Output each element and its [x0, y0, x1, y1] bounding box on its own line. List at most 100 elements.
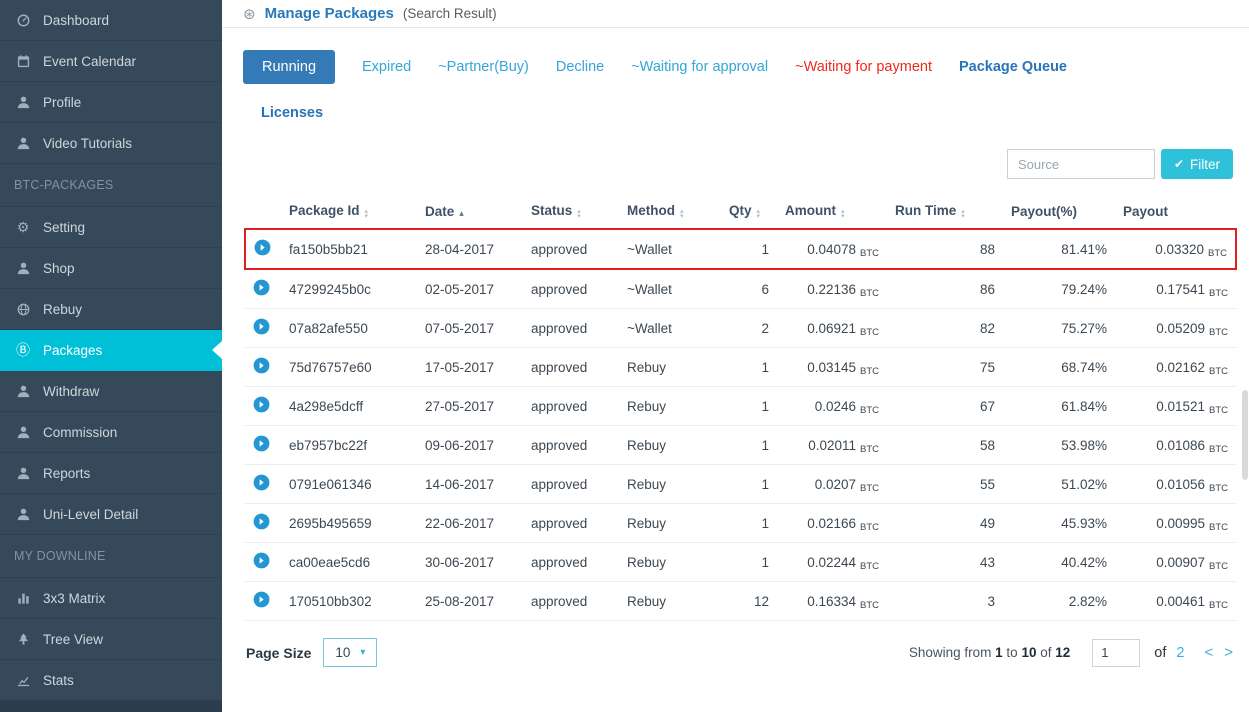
expand-row-icon[interactable]	[253, 591, 270, 608]
filter-row: ✔ Filter	[222, 149, 1233, 179]
page-number-input[interactable]	[1092, 638, 1141, 667]
expand-row-icon[interactable]	[253, 513, 270, 530]
coin-icon: Ⓑ	[16, 342, 30, 358]
cell-amount: 0.04078 BTC	[777, 228, 887, 270]
tab-partner-buy[interactable]: ~Partner(Buy)	[438, 51, 529, 83]
sidebar-item-event-calendar[interactable]: Event Calendar	[0, 41, 222, 82]
currency-unit: BTC	[1209, 287, 1228, 299]
cell-amount: 0.16334 BTC	[777, 581, 887, 621]
cell-method: Rebuy	[619, 386, 721, 426]
sidebar-item-video-tutorials[interactable]: Video Tutorials	[0, 123, 222, 164]
page-header: ⊛ Manage Packages (Search Result)	[222, 0, 1249, 28]
cell-payout: 0.01521 BTC	[1115, 386, 1236, 426]
column-label: Package Id	[289, 203, 360, 218]
sidebar-item-tree-view[interactable]: Tree View	[0, 619, 222, 660]
column-header-run-time[interactable]: Run Time ▴ ▾	[887, 193, 1003, 229]
check-icon: ✔	[1173, 157, 1184, 171]
sidebar-section-header-btc-packages: BTC-PACKAGES	[0, 164, 222, 207]
sidebar-item-reports[interactable]: Reports	[0, 453, 222, 494]
cell-status: approved	[523, 503, 619, 543]
cell-date: 25-08-2017	[417, 581, 523, 621]
cell-payout-pct: 79.24%	[1003, 269, 1115, 309]
globe-icon	[14, 302, 32, 317]
page-size-select[interactable]: 10 ▾	[323, 638, 378, 667]
cell-status: approved	[523, 464, 619, 504]
previous-page-button[interactable]: <	[1204, 644, 1213, 661]
tab-decline[interactable]: Decline	[556, 51, 604, 83]
expand-row-icon[interactable]	[253, 552, 270, 569]
currency-unit: BTC	[860, 247, 879, 259]
sidebar: Dashboard Event Calendar Profile Video Tuto…	[0, 0, 222, 712]
sidebar-item-packages[interactable]: Ⓑ Packages	[0, 330, 222, 371]
cell-method: Rebuy	[619, 464, 721, 504]
expand-row-icon[interactable]	[253, 318, 270, 335]
sidebar-item-uni-level-detail[interactable]: Uni-Level Detail	[0, 494, 222, 535]
bars-icon	[14, 591, 32, 606]
filter-button[interactable]: ✔ Filter	[1160, 149, 1233, 179]
cell-status: approved	[523, 542, 619, 582]
expand-row-icon[interactable]	[254, 239, 271, 256]
column-header-payout[interactable]: Payout(%)	[1003, 193, 1115, 229]
cell-method: ~Wallet	[619, 228, 721, 270]
source-input[interactable]	[1006, 149, 1155, 179]
cell-method: ~Wallet	[619, 269, 721, 309]
cell-payout: 0.00461 BTC	[1115, 581, 1236, 621]
sidebar-item-dashboard[interactable]: Dashboard	[0, 0, 222, 41]
cell-amount: 0.0207 BTC	[777, 464, 887, 504]
cell-method: ~Wallet	[619, 308, 721, 348]
currency-unit: BTC	[1209, 560, 1228, 572]
column-header-method[interactable]: Method ▴ ▾	[619, 193, 721, 229]
sidebar-item-withdraw[interactable]: Withdraw	[0, 371, 222, 412]
chevron-down-icon: ▾	[360, 647, 366, 658]
column-header-package-id[interactable]: Package Id ▴ ▾	[281, 193, 417, 229]
sidebar-item-profile[interactable]: Profile	[0, 82, 222, 123]
table-row: 0791e061346 14-06-2017 approved Rebuy 1 0.020…	[245, 464, 1236, 504]
sidebar-item-3x3-matrix[interactable]: 3x3 Matrix	[0, 578, 222, 619]
tab-waiting-for-approval[interactable]: ~Waiting for approval	[631, 51, 768, 83]
expand-row-icon[interactable]	[253, 396, 270, 413]
cell-method: Rebuy	[619, 542, 721, 582]
expand-row-icon[interactable]	[253, 435, 270, 452]
column-header-amount[interactable]: Amount ▴ ▾	[777, 193, 887, 229]
column-header-date[interactable]: Date ▴	[417, 193, 523, 229]
tab-package-queue[interactable]: Package Queue	[959, 51, 1067, 83]
table-row: fa150b5bb21 28-04-2017 approved ~Wallet 1 0.0…	[244, 228, 1237, 270]
scrollbar[interactable]	[1242, 390, 1248, 480]
expand-row-icon[interactable]	[253, 474, 270, 491]
page-size-value: 10	[335, 645, 351, 660]
tab-licenses[interactable]: Licenses	[261, 97, 323, 129]
tab-running[interactable]: Running	[243, 50, 336, 84]
currency-unit: BTC	[1209, 443, 1228, 455]
column-header-payout[interactable]: Payout	[1115, 193, 1236, 229]
user-icon	[14, 425, 32, 440]
column-header-qty[interactable]: Qty ▴ ▾	[721, 193, 777, 229]
tab-waiting-for-payment[interactable]: ~Waiting for payment	[795, 51, 932, 83]
tabs: Running Expired ~Partner(Buy) Decline ~Waiti…	[243, 50, 1235, 129]
gear-icon: ⚙	[16, 219, 30, 235]
total-pages: 2	[1176, 644, 1185, 661]
sidebar-item-setting[interactable]: ⚙ Setting	[0, 207, 222, 248]
cell-payout-pct: 81.41%	[1003, 228, 1115, 270]
sidebar-item-stats[interactable]: Stats	[0, 660, 222, 701]
filter-button-label: Filter	[1190, 156, 1220, 172]
expand-row-icon[interactable]	[253, 357, 270, 374]
sidebar-item-commission[interactable]: Commission	[0, 412, 222, 453]
packages-table: Package Id ▴ ▾ Date ▴ Status ▴ ▾ Method ▴ ▾ Qty ▴ ▾ Am…	[244, 193, 1237, 621]
column-header-status[interactable]: Status ▴ ▾	[523, 193, 619, 229]
tab-expired[interactable]: Expired	[362, 51, 411, 83]
sidebar-item-shop[interactable]: Shop	[0, 248, 222, 289]
column-label: Run Time	[895, 203, 957, 218]
cell-expand	[245, 269, 281, 309]
cell-qty: 6	[721, 269, 777, 309]
sidebar-item-rebuy[interactable]: Rebuy	[0, 289, 222, 330]
user-icon	[14, 466, 32, 481]
expand-row-icon[interactable]	[253, 279, 270, 296]
currency-unit: BTC	[1208, 247, 1227, 259]
cell-date: 17-05-2017	[417, 347, 523, 387]
cell-date: 14-06-2017	[417, 464, 523, 504]
cell-date: 07-05-2017	[417, 308, 523, 348]
next-page-button[interactable]: >	[1224, 644, 1233, 661]
column-label: Qty	[729, 203, 752, 218]
cell-payout: 0.00907 BTC	[1115, 542, 1236, 582]
app-window: Dashboard Event Calendar Profile Video Tuto…	[0, 0, 1249, 712]
